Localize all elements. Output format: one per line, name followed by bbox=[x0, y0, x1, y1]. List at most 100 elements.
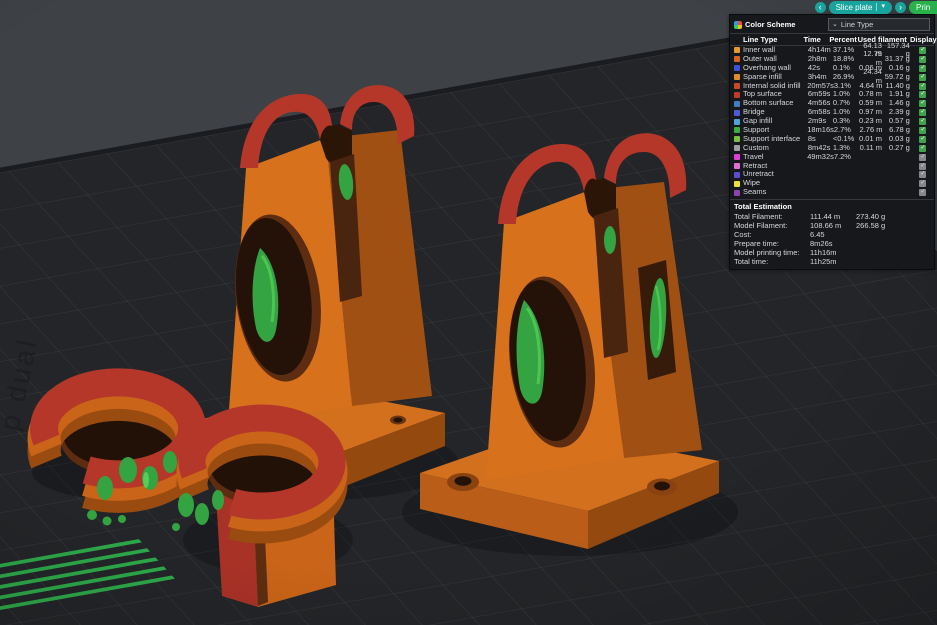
display-checkbox[interactable]: ✓ bbox=[919, 46, 927, 54]
line-type-label: Sparse infill bbox=[743, 72, 782, 81]
line-type-swatch bbox=[734, 154, 740, 161]
chevron-left-icon: ‹ bbox=[818, 1, 822, 12]
line-type-row: Wipe ✓ bbox=[730, 179, 934, 188]
slice-plate-button[interactable]: Slice plate ▾ bbox=[828, 0, 892, 14]
line-type-swatch bbox=[734, 171, 740, 178]
total-value-1: 11h25m bbox=[810, 257, 837, 267]
total-label: Total Filament: bbox=[734, 212, 783, 222]
display-checkbox[interactable]: ✓ bbox=[919, 162, 927, 170]
plate-prev-button[interactable]: ‹ bbox=[814, 1, 826, 13]
total-row: Model Filament: 108.66 m 266.58 g bbox=[730, 221, 934, 230]
line-type-row: Retract ✓ bbox=[730, 162, 934, 171]
line-type-swatch bbox=[734, 118, 740, 125]
col-percent: Percent bbox=[829, 35, 857, 44]
total-value-2: 266.58 g bbox=[856, 221, 886, 231]
time-value: 49m32s bbox=[807, 151, 834, 161]
display-checkbox[interactable]: ✓ bbox=[919, 126, 927, 134]
total-value-1: 11h16m bbox=[810, 248, 837, 258]
color-scheme-panel: Color Scheme ⌄ Line Type Line Type Time … bbox=[729, 14, 937, 271]
line-type-label: Top surface bbox=[743, 90, 782, 99]
line-type-swatch bbox=[734, 83, 740, 89]
display-checkbox[interactable]: ✓ bbox=[919, 91, 927, 99]
line-type-swatch bbox=[734, 163, 740, 170]
counterbore-hole bbox=[454, 476, 472, 486]
display-checkbox[interactable]: ✓ bbox=[919, 189, 927, 197]
display-checkbox[interactable]: ✓ bbox=[919, 109, 927, 117]
line-type-label: Seams bbox=[743, 188, 767, 197]
display-cell: ✓ bbox=[912, 153, 934, 161]
chevron-right-icon: › bbox=[899, 1, 902, 12]
base-hole bbox=[393, 417, 403, 423]
display-cell: ✓ bbox=[912, 144, 934, 152]
line-type-label: Support bbox=[743, 126, 770, 135]
view-mode-select[interactable]: ⌄ Line Type bbox=[828, 18, 930, 31]
display-checkbox[interactable]: ✓ bbox=[919, 135, 927, 143]
total-label: Prepare time: bbox=[734, 239, 780, 249]
col-time: Time bbox=[803, 35, 821, 44]
action-toolbar: ‹ Slice plate ▾ › Prin bbox=[814, 0, 937, 14]
line-type-swatch bbox=[734, 180, 740, 187]
total-row: Total time: 11h25m bbox=[730, 257, 934, 266]
total-value-1: 6.45 bbox=[810, 230, 825, 240]
total-label: Cost: bbox=[734, 230, 752, 240]
line-type-swatch bbox=[734, 56, 740, 63]
display-checkbox[interactable]: ✓ bbox=[919, 153, 927, 161]
total-value-1: 108.66 m bbox=[810, 221, 842, 231]
line-type-swatch bbox=[734, 47, 740, 54]
total-value-2: 273.40 g bbox=[856, 212, 886, 222]
line-type-label: Unretract bbox=[743, 170, 774, 179]
line-type-swatch bbox=[734, 74, 740, 81]
slice-plate-label: Slice plate bbox=[835, 2, 873, 12]
line-type-label: Wipe bbox=[743, 179, 761, 188]
line-type-label: Inner wall bbox=[743, 46, 776, 54]
line-type-label: Gap infill bbox=[743, 117, 773, 126]
display-cell: ✓ bbox=[912, 91, 934, 99]
display-checkbox[interactable]: ✓ bbox=[919, 100, 927, 108]
display-cell: ✓ bbox=[912, 64, 934, 72]
total-value-2 bbox=[856, 239, 934, 248]
display-cell: ✓ bbox=[912, 100, 934, 108]
display-cell: ✓ bbox=[912, 55, 934, 63]
display-checkbox[interactable]: ✓ bbox=[919, 144, 927, 152]
display-checkbox[interactable]: ✓ bbox=[919, 82, 927, 90]
display-cell: ✓ bbox=[912, 162, 934, 170]
line-type-swatch bbox=[734, 91, 740, 98]
line-type-swatch bbox=[734, 127, 740, 134]
line-type-rows: Inner wall 4h14m 37.1% 64.13 m 157.34 g ✓ Oute… bbox=[730, 41, 934, 197]
display-checkbox[interactable]: ✓ bbox=[919, 64, 927, 72]
print-label: Prin bbox=[916, 2, 931, 12]
display-cell: ✓ bbox=[912, 135, 934, 143]
palette-icon bbox=[734, 20, 742, 29]
display-checkbox[interactable]: ✓ bbox=[919, 171, 927, 179]
display-checkbox[interactable]: ✓ bbox=[919, 73, 927, 81]
panel-header: Color Scheme ⌄ Line Type bbox=[730, 15, 934, 33]
panel-title: Color Scheme bbox=[745, 20, 796, 29]
total-row: Total Filament: 111.44 m 273.40 g bbox=[730, 212, 934, 221]
display-cell: ✓ bbox=[912, 126, 934, 134]
display-checkbox[interactable]: ✓ bbox=[919, 55, 927, 63]
filament-weight-value: 0.27 g bbox=[888, 142, 910, 152]
col-display: Display bbox=[910, 35, 937, 44]
total-label: Total time: bbox=[734, 257, 769, 267]
total-row: Prepare time: 8m26s bbox=[730, 239, 934, 248]
total-row: Model printing time: 11h16m bbox=[730, 248, 934, 257]
total-value-1: 8m26s bbox=[810, 239, 833, 249]
display-checkbox[interactable]: ✓ bbox=[919, 180, 927, 188]
display-checkbox[interactable]: ✓ bbox=[919, 118, 927, 126]
total-value-1: 111.44 m bbox=[810, 212, 841, 222]
line-type-row: Travel 49m32s 7.2% ✓ bbox=[730, 151, 934, 162]
total-label: Model Filament: bbox=[734, 221, 788, 231]
line-type-row: Unretract ✓ bbox=[730, 170, 934, 179]
display-cell: ✓ bbox=[912, 189, 934, 197]
col-line-type: Line Type bbox=[743, 35, 778, 44]
view-mode-value: Line Type bbox=[840, 20, 874, 29]
display-cell: ✓ bbox=[912, 109, 934, 117]
support-material bbox=[604, 226, 616, 254]
total-value-2 bbox=[856, 230, 934, 239]
button-divider bbox=[876, 3, 878, 11]
plate-next-button[interactable]: › bbox=[895, 1, 906, 13]
percent-value: 7.2% bbox=[833, 151, 851, 161]
line-type-label: Outer wall bbox=[743, 54, 777, 63]
print-button[interactable]: Prin bbox=[909, 0, 937, 14]
line-type-swatch bbox=[734, 65, 740, 72]
